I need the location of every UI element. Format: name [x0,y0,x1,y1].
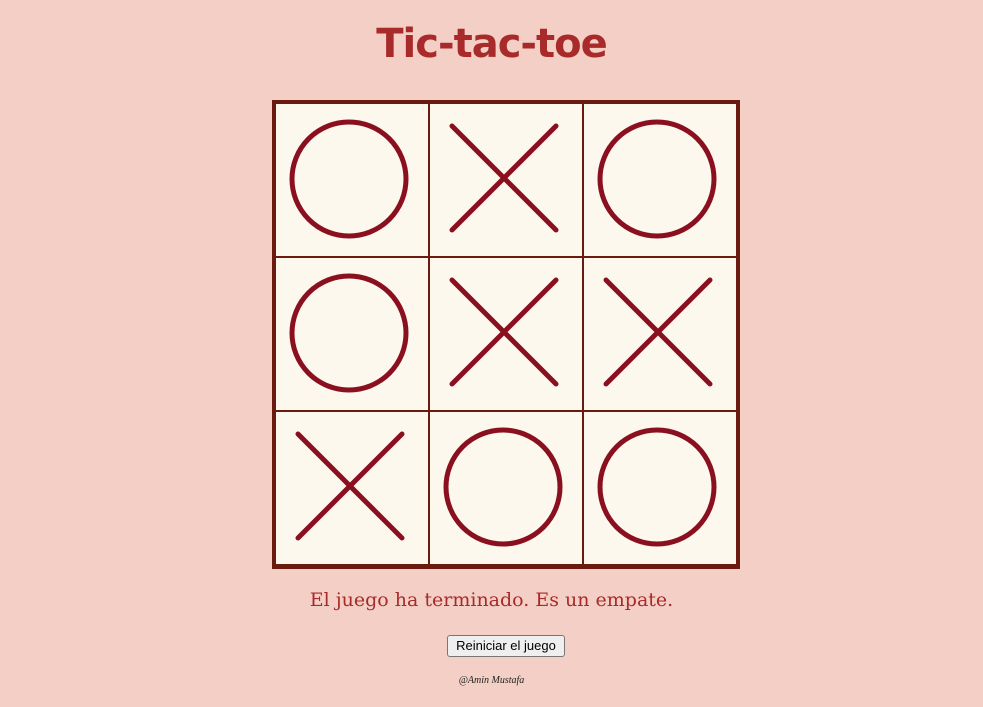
author-credit: @Amin Mustafa [458,675,525,686]
cell-6[interactable] [584,258,736,410]
o-mark-icon [597,119,717,239]
game-board [272,100,740,569]
cell-1[interactable] [276,104,428,256]
x-mark-icon [603,277,713,387]
x-mark-icon [449,277,559,387]
o-mark-icon [289,119,409,239]
cell-9[interactable] [584,412,736,564]
cell-4[interactable] [276,258,428,410]
cell-5[interactable] [430,258,582,410]
game-title: Tic-tac-toe [376,21,607,67]
o-mark-icon [443,427,563,547]
cell-2[interactable] [430,104,582,256]
x-mark-icon [295,431,405,541]
game-status: El juego ha terminado. Es un empate. [309,589,674,611]
restart-button[interactable]: Reiniciar el juego [447,635,565,657]
cell-8[interactable] [430,412,582,564]
cell-3[interactable] [584,104,736,256]
o-mark-icon [597,427,717,547]
x-mark-icon [449,123,559,233]
cell-7[interactable] [276,412,428,564]
o-mark-icon [289,273,409,393]
